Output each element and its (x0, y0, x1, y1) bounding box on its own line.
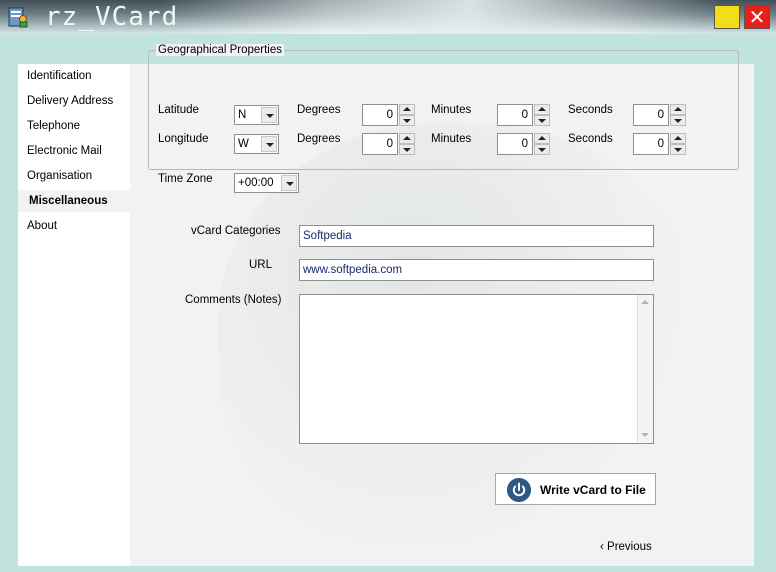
spin-up-icon[interactable] (534, 104, 550, 115)
vcard-categories-label: vCard Categories (191, 225, 281, 237)
spin-down-icon[interactable] (670, 115, 686, 126)
longitude-minutes-label: Minutes (431, 133, 472, 145)
close-button[interactable]: ✕ (744, 5, 770, 29)
latitude-seconds-label: Seconds (568, 104, 613, 116)
longitude-degrees-input[interactable]: 0 (362, 133, 398, 155)
comments-label: Comments (Notes) (185, 294, 282, 306)
latitude-label: Latitude (158, 104, 199, 116)
scroll-up-icon[interactable] (638, 295, 653, 310)
power-icon (507, 478, 531, 502)
sidebar-item-identification[interactable]: Identification (27, 70, 92, 82)
url-label: URL (249, 259, 273, 271)
spin-up-icon[interactable] (670, 133, 686, 144)
previous-link[interactable]: ‹ Previous (600, 541, 652, 553)
timezone-value: +00:00 (238, 177, 274, 189)
latitude-direction-value: N (238, 109, 247, 121)
longitude-seconds-label: Seconds (568, 133, 613, 145)
longitude-minutes-spinner[interactable]: 0 (497, 133, 551, 155)
latitude-seconds-input[interactable]: 0 (633, 104, 669, 126)
longitude-degrees-spinner[interactable]: 0 (362, 133, 416, 155)
latitude-degrees-label: Degrees (297, 104, 341, 116)
longitude-label: Longitude (158, 133, 209, 145)
spin-down-icon[interactable] (399, 144, 415, 155)
spin-down-icon[interactable] (670, 144, 686, 155)
latitude-direction-select[interactable]: N (234, 105, 279, 125)
latitude-seconds-spinner[interactable]: 0 (633, 104, 687, 126)
latitude-minutes-label: Minutes (431, 104, 472, 116)
longitude-seconds-input[interactable]: 0 (633, 133, 669, 155)
title-bar-background (160, 0, 720, 34)
scroll-down-icon[interactable] (638, 428, 653, 443)
latitude-minutes-spinner[interactable]: 0 (497, 104, 551, 126)
latitude-minutes-input[interactable]: 0 (497, 104, 533, 126)
chevron-down-icon[interactable] (261, 107, 277, 123)
sidebar-item-organisation[interactable]: Organisation (27, 170, 92, 182)
timezone-select[interactable]: +00:00 (234, 173, 299, 193)
chevron-down-icon[interactable] (281, 175, 297, 191)
url-input[interactable]: www.softpedia.com (299, 259, 654, 281)
spin-down-icon[interactable] (534, 144, 550, 155)
longitude-seconds-spinner[interactable]: 0 (633, 133, 687, 155)
vcard-app-icon (8, 7, 28, 28)
write-vcard-button[interactable]: Write vCard to File (495, 473, 656, 505)
chevron-down-icon[interactable] (261, 136, 277, 152)
sidebar: Identification Delivery Address Telephon… (18, 64, 130, 566)
sidebar-item-telephone[interactable]: Telephone (27, 120, 80, 132)
write-vcard-label: Write vCard to File (540, 483, 646, 497)
longitude-degrees-label: Degrees (297, 133, 341, 145)
sidebar-item-about[interactable]: About (27, 220, 57, 232)
geographical-properties-legend: Geographical Properties (156, 44, 285, 56)
comments-textarea[interactable] (299, 294, 654, 444)
longitude-direction-value: W (238, 138, 249, 150)
latitude-degrees-spinner[interactable]: 0 (362, 104, 416, 126)
comments-scrollbar[interactable] (637, 295, 653, 443)
spin-down-icon[interactable] (534, 115, 550, 126)
sidebar-item-electronic-mail[interactable]: Electronic Mail (27, 145, 102, 157)
window-title: rz_VCard (45, 2, 179, 32)
minimize-button[interactable] (714, 5, 740, 29)
latitude-degrees-input[interactable]: 0 (362, 104, 398, 126)
spin-up-icon[interactable] (670, 104, 686, 115)
spin-up-icon[interactable] (399, 133, 415, 144)
sidebar-item-delivery-address[interactable]: Delivery Address (27, 95, 113, 107)
longitude-minutes-input[interactable]: 0 (497, 133, 533, 155)
longitude-direction-select[interactable]: W (234, 134, 279, 154)
vcard-categories-input[interactable]: Softpedia (299, 225, 654, 247)
spin-down-icon[interactable] (399, 115, 415, 126)
sidebar-item-miscellaneous[interactable]: Miscellaneous (18, 190, 130, 212)
spin-up-icon[interactable] (534, 133, 550, 144)
timezone-label: Time Zone (158, 173, 213, 185)
title-bar[interactable]: rz_VCard ✕ (0, 0, 776, 34)
spin-up-icon[interactable] (399, 104, 415, 115)
